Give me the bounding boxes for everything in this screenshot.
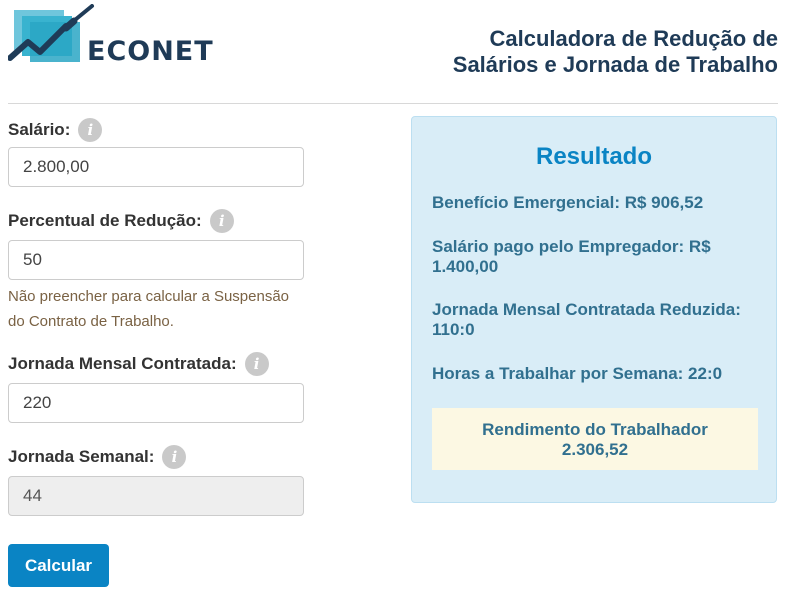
result-title: Resultado — [535, 143, 652, 170]
salario-empregador: Salário pago pelo Empregador: R$ 1.400,0… — [432, 237, 711, 276]
calcular-button[interactable]: Calcular — [8, 544, 109, 587]
percentual-label-row: Percentual de Redução: i — [8, 209, 234, 233]
percentual-hint: Não preencher para calcular a Suspensão … — [8, 288, 290, 330]
percentual-input[interactable] — [8, 240, 304, 280]
logo-text: ECONET — [87, 36, 214, 67]
jornada-semanal-info-icon[interactable]: i — [162, 445, 187, 469]
salario-input[interactable] — [8, 147, 304, 187]
salario-info-icon[interactable]: i — [78, 118, 103, 142]
page-title: Calculadora de Redução de Salários e Jor… — [453, 26, 778, 78]
result-panel: Resultado Benefício Emergencial: R$ 906,… — [411, 116, 777, 503]
percentual-label: Percentual de Redução: — [8, 211, 202, 230]
jornada-mensal-info-icon[interactable]: i — [244, 352, 269, 376]
rendimento-box: Rendimento do Trabalhador 2.306,52 — [432, 408, 758, 470]
page-title-line2: Salários e Jornada de Trabalho — [452, 52, 778, 77]
jornada-mensal-label: Jornada Mensal Contratada: — [8, 354, 237, 373]
jornada-mensal-label-row: Jornada Mensal Contratada: i — [8, 352, 269, 376]
logo-chart-icon — [8, 4, 94, 62]
jornada-semanal-input — [8, 476, 304, 516]
econet-logo[interactable]: ECONET — [8, 4, 228, 70]
beneficio-emergencial: Benefício Emergencial: R$ 906,52 — [432, 193, 704, 212]
rendimento-value: 2.306,52 — [561, 440, 629, 459]
horas-semana: Horas a Trabalhar por Semana: 22:0 — [432, 364, 723, 383]
jornada-semanal-label: Jornada Semanal: — [8, 447, 155, 466]
jornada-semanal-label-row: Jornada Semanal: i — [8, 445, 187, 469]
salario-label: Salário: — [8, 120, 71, 139]
page-title-line1: Calculadora de Redução de — [489, 26, 778, 51]
header-divider — [8, 103, 778, 104]
percentual-info-icon[interactable]: i — [209, 209, 234, 233]
salario-label-row: Salário: i — [8, 118, 103, 142]
rendimento-label: Rendimento do Trabalhador — [482, 420, 708, 439]
jornada-mensal-input[interactable] — [8, 383, 304, 423]
jornada-reduzida: Jornada Mensal Contratada Reduzida: 110:… — [432, 300, 741, 339]
header: ECONET Calculadora de Redução de Salário… — [0, 0, 798, 104]
